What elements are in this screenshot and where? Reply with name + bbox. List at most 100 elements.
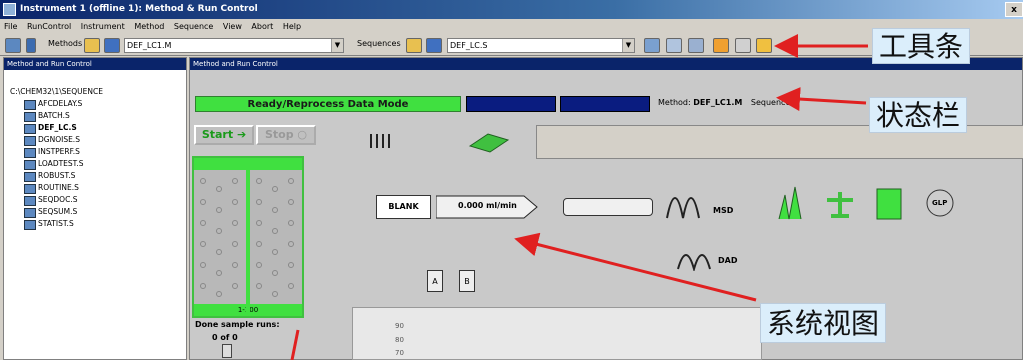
status-box xyxy=(466,96,556,112)
arrow-right-icon: ➔ xyxy=(236,128,247,141)
chromatogram-icon[interactable] xyxy=(777,185,807,221)
print-icon[interactable] xyxy=(735,38,751,53)
vial-position xyxy=(272,249,278,255)
tree-item[interactable]: SEQSUM.S xyxy=(10,206,103,218)
stop-button[interactable]: Stop ○ xyxy=(256,125,316,145)
toolbar-annotation: 工具条 xyxy=(872,28,971,64)
tree-item[interactable]: INSTPERF.S xyxy=(10,146,103,158)
vial-position xyxy=(200,199,206,205)
sequence-tree: C:\CHEM32\1\SEQUENCE AFCDELAY.S BATCH.S … xyxy=(10,86,103,230)
vial-position xyxy=(200,178,206,184)
vial-position xyxy=(216,228,222,234)
method-book-icon[interactable] xyxy=(468,126,510,154)
sequences-label: Sequences xyxy=(357,39,401,48)
methods-label: Methods xyxy=(48,39,83,48)
autosampler-tray[interactable]: 1-100 xyxy=(192,156,304,318)
tree-item[interactable]: ROBUST.S xyxy=(10,170,103,182)
menu-view[interactable]: View xyxy=(223,22,242,31)
vial-position xyxy=(232,199,238,205)
msd-label: MSD xyxy=(713,206,734,215)
tree-item[interactable]: BATCH.S xyxy=(10,110,103,122)
glp-label: GLP xyxy=(932,199,948,207)
tree-root[interactable]: C:\CHEM32\1\SEQUENCE xyxy=(10,86,103,98)
vial-position xyxy=(216,207,222,213)
vial-position xyxy=(272,228,278,234)
layout-icon[interactable] xyxy=(644,38,660,53)
chevron-down-icon[interactable]: ▼ xyxy=(622,39,634,52)
bottle-b[interactable]: B xyxy=(459,270,475,292)
method-info: Method: DEF_LC1.M Sequence: xyxy=(658,98,793,107)
blank-label[interactable]: BLANK xyxy=(376,195,431,219)
instrument-icon[interactable] xyxy=(26,38,36,53)
menu-sequence[interactable]: Sequence xyxy=(174,22,213,31)
signal-plot xyxy=(352,307,762,360)
tree-item[interactable]: LOADTEST.S xyxy=(10,158,103,170)
vial-position xyxy=(232,262,238,268)
vial-position xyxy=(272,291,278,297)
sequence-select[interactable]: DEF_LC.S ▼ xyxy=(447,38,635,53)
method-select[interactable]: DEF_LC1.M ▼ xyxy=(124,38,344,53)
sequence-select-value: DEF_LC.S xyxy=(450,41,488,50)
method-select-value: DEF_LC1.M xyxy=(127,41,172,50)
snapshot-icon[interactable] xyxy=(756,38,772,53)
vial-position xyxy=(256,220,262,226)
save-method-icon[interactable] xyxy=(104,38,120,53)
y-tick: 90 xyxy=(395,322,404,330)
vial-position xyxy=(256,199,262,205)
vial-position xyxy=(288,220,294,226)
vial-position xyxy=(216,291,222,297)
start-button[interactable]: Start ➔ xyxy=(194,125,254,145)
vial-position xyxy=(232,241,238,247)
vial-position xyxy=(216,270,222,276)
method-value: DEF_LC1.M xyxy=(693,98,743,107)
pump-flow[interactable]: 0.000 ml/min xyxy=(436,195,538,219)
menu-abort[interactable]: Abort xyxy=(251,22,273,31)
y-tick: 80 xyxy=(395,336,404,344)
dad-label: DAD xyxy=(718,256,738,265)
circle-icon: ○ xyxy=(297,128,308,141)
menu-file[interactable]: File xyxy=(4,22,17,31)
tree-item[interactable]: STATIST.S xyxy=(10,218,103,230)
vial-position xyxy=(288,241,294,247)
bottle-a[interactable]: A xyxy=(427,270,443,292)
report-doc-icon[interactable] xyxy=(875,187,903,221)
tree-item[interactable]: DGNOISE.S xyxy=(10,134,103,146)
tree-item[interactable]: AFCDELAY.S xyxy=(10,98,103,110)
vial-position xyxy=(288,178,294,184)
tree-item[interactable]: ROUTINE.S xyxy=(10,182,103,194)
save-sequence-icon[interactable] xyxy=(426,38,442,53)
vial-position xyxy=(232,178,238,184)
report-icon[interactable] xyxy=(666,38,682,53)
column-icon[interactable] xyxy=(563,198,653,216)
tray-divider xyxy=(246,158,250,316)
vial-position xyxy=(272,186,278,192)
app-icon xyxy=(3,3,16,16)
vial-position xyxy=(216,249,222,255)
vial-position xyxy=(200,220,206,226)
view-icon[interactable] xyxy=(5,38,21,53)
menu-instrument[interactable]: Instrument xyxy=(81,22,125,31)
vial-position xyxy=(232,283,238,289)
tree-item-selected[interactable]: DEF_LC.S xyxy=(10,122,103,134)
window-titlebar: Instrument 1 (offline 1): Method & Run C… xyxy=(0,0,1023,19)
vial-position xyxy=(232,220,238,226)
injector-icon[interactable] xyxy=(368,130,392,150)
menu-method[interactable]: Method xyxy=(134,22,164,31)
vial-position xyxy=(200,241,206,247)
menu-help[interactable]: Help xyxy=(283,22,301,31)
close-button[interactable]: x xyxy=(1005,2,1023,17)
vial-icon xyxy=(222,344,232,358)
menu-runcontrol[interactable]: RunControl xyxy=(27,22,71,31)
vial-position xyxy=(256,283,262,289)
book-icon[interactable] xyxy=(713,38,729,53)
chevron-down-icon[interactable]: ▼ xyxy=(331,39,343,52)
table-icon[interactable] xyxy=(688,38,704,53)
balance-icon[interactable] xyxy=(825,190,855,220)
load-method-icon[interactable] xyxy=(84,38,100,53)
vial-position xyxy=(272,207,278,213)
load-sequence-icon[interactable] xyxy=(406,38,422,53)
tree-item[interactable]: SEQDOC.S xyxy=(10,194,103,206)
sequence-label: Sequence: xyxy=(750,98,794,107)
vial-position xyxy=(256,241,262,247)
vial-position xyxy=(288,199,294,205)
